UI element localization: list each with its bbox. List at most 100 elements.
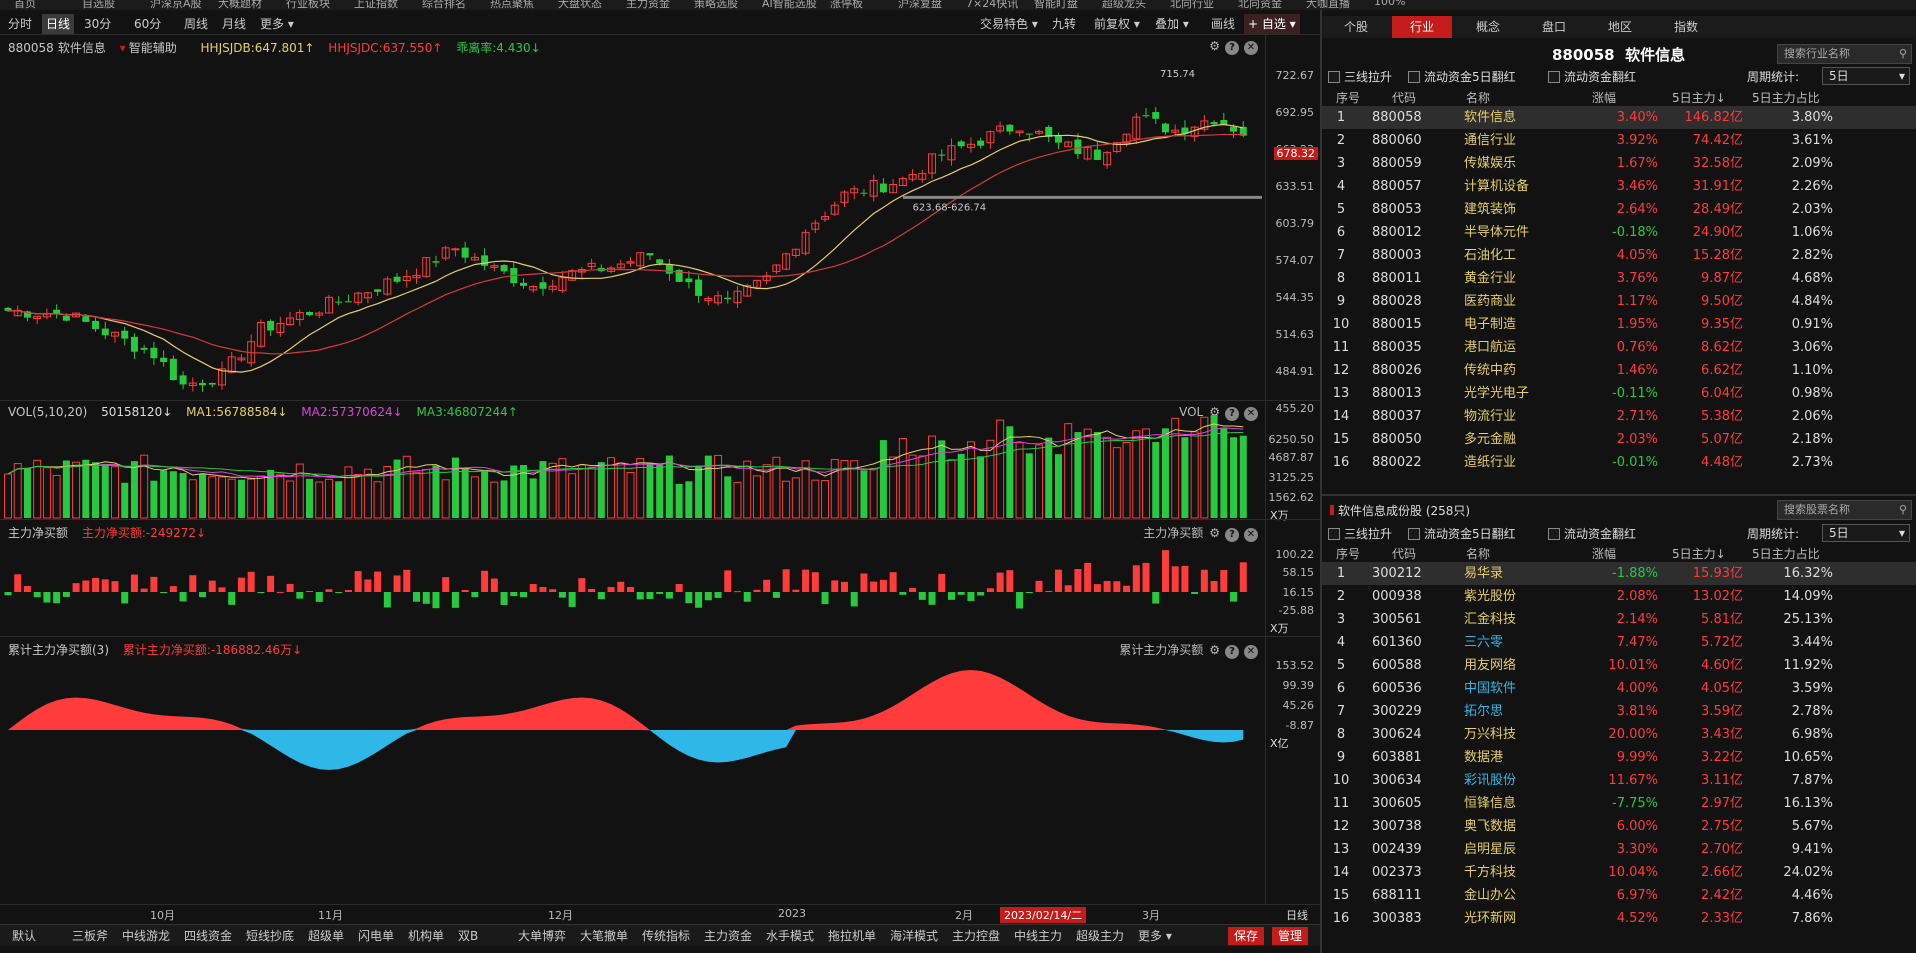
- indicator-tab[interactable]: 超级主力: [1076, 927, 1124, 945]
- stock-search[interactable]: 搜索股票名称 ⚲: [1777, 500, 1912, 520]
- table-row[interactable]: 11 880035 港口航运 0.76% 8.62亿 3.06%: [1322, 336, 1916, 359]
- column-header[interactable]: 涨幅: [1592, 545, 1616, 562]
- top-nav-item[interactable]: 上证指数: [354, 0, 398, 10]
- toolbar-item[interactable]: 九转: [1048, 14, 1080, 34]
- table-row[interactable]: 6 600536 中国软件 4.00% 4.05亿 3.59%: [1322, 677, 1916, 700]
- indicator-tab[interactable]: 双B: [458, 927, 478, 945]
- top-nav-item[interactable]: 热点聚焦: [490, 0, 534, 10]
- indicator-tab[interactable]: 四线资金: [184, 927, 232, 945]
- period-select[interactable]: 5日 ▾: [1822, 524, 1910, 542]
- top-nav-item[interactable]: 策略选股: [694, 0, 738, 10]
- indicator-tab[interactable]: 中线游龙: [122, 927, 170, 945]
- filter-checkbox[interactable]: 三线拉升: [1328, 525, 1392, 545]
- table-row[interactable]: 5 880053 建筑装饰 2.64% 28.49亿 2.03%: [1322, 198, 1916, 221]
- top-nav-item[interactable]: 综合排名: [422, 0, 466, 10]
- table-row[interactable]: 5 600588 用友网络 10.01% 4.60亿 11.92%: [1322, 654, 1916, 677]
- indicator-tab[interactable]: 海洋模式: [890, 927, 938, 945]
- filter-checkbox[interactable]: 流动资金翻红: [1548, 525, 1636, 545]
- column-header[interactable]: 5日主力↓: [1672, 545, 1726, 562]
- indicator-tab[interactable]: 主力控盘: [952, 927, 1000, 945]
- top-nav-item[interactable]: 涨停板: [830, 0, 863, 10]
- top-nav-item[interactable]: 沪深京A股: [150, 0, 202, 10]
- indicator-tab[interactable]: 拖拉机单: [828, 927, 876, 945]
- table-row[interactable]: 10 880015 电子制造 1.95% 9.35亿 0.91%: [1322, 313, 1916, 336]
- filter-checkbox[interactable]: 流动资金5日翻红: [1408, 525, 1516, 545]
- right-tab[interactable]: 行业: [1392, 16, 1452, 38]
- table-row[interactable]: 3 880059 传媒娱乐 1.67% 32.58亿 2.09%: [1322, 152, 1916, 175]
- table-row[interactable]: 15 880050 多元金融 2.03% 5.07亿 2.18%: [1322, 428, 1916, 451]
- top-nav-item[interactable]: 大概题材: [218, 0, 262, 10]
- table-row[interactable]: 11 300605 恒锋信息 -7.75% 2.97亿 16.13%: [1322, 792, 1916, 815]
- table-row[interactable]: 13 002439 启明星辰 3.30% 2.70亿 9.41%: [1322, 838, 1916, 861]
- indicator-tab[interactable]: 更多 ▾: [1138, 927, 1172, 945]
- table-row[interactable]: 14 880037 物流行业 2.71% 5.38亿 2.06%: [1322, 405, 1916, 428]
- indicator-tab[interactable]: 机构单: [408, 927, 444, 945]
- column-header[interactable]: 5日主力↓: [1672, 89, 1726, 106]
- top-nav-item[interactable]: 北向资金: [1238, 0, 1282, 10]
- save-button[interactable]: 保存: [1228, 927, 1265, 945]
- table-row[interactable]: 14 002373 千方科技 10.04% 2.66亿 24.02%: [1322, 861, 1916, 884]
- table-row[interactable]: 7 880003 石油化工 4.05% 15.28亿 2.82%: [1322, 244, 1916, 267]
- table-row[interactable]: 8 300624 万兴科技 20.00% 3.43亿 6.98%: [1322, 723, 1916, 746]
- right-tab[interactable]: 盘口: [1524, 16, 1584, 38]
- table-row[interactable]: 9 880028 医药商业 1.17% 9.50亿 4.84%: [1322, 290, 1916, 313]
- top-nav-item[interactable]: 沪深复盘: [898, 0, 942, 10]
- column-header[interactable]: 序号: [1336, 89, 1360, 106]
- table-row[interactable]: 4 601360 三六零 7.47% 5.72亿 3.44%: [1322, 631, 1916, 654]
- table-row[interactable]: 4 880057 计算机设备 3.46% 31.91亿 2.26%: [1322, 175, 1916, 198]
- period-tab[interactable]: 周线: [180, 14, 212, 34]
- toolbar-item[interactable]: 交易特色 ▾: [976, 14, 1042, 34]
- table-row[interactable]: 16 300383 光环新网 4.52% 2.33亿 7.86%: [1322, 907, 1916, 930]
- top-nav-item[interactable]: 北向行业: [1170, 0, 1214, 10]
- table-row[interactable]: 2 880060 通信行业 3.92% 74.42亿 3.61%: [1322, 129, 1916, 152]
- indicator-tab[interactable]: 传统指标: [642, 927, 690, 945]
- period-tab[interactable]: 60分: [130, 14, 165, 34]
- table-row[interactable]: 16 880022 造纸行业 -0.01% 4.48亿 2.73%: [1322, 451, 1916, 474]
- indicator-tab[interactable]: 中线主力: [1014, 927, 1062, 945]
- indicator-tab[interactable]: 闪电单: [358, 927, 394, 945]
- table-row[interactable]: 15 688111 金山办公 6.97% 2.42亿 4.46%: [1322, 884, 1916, 907]
- top-nav-item[interactable]: AI智能选股: [762, 0, 817, 10]
- top-nav-item[interactable]: 大盘状态: [558, 0, 602, 10]
- period-tab[interactable]: 日线: [42, 14, 75, 34]
- top-nav-item[interactable]: 100%: [1374, 0, 1405, 8]
- top-nav-item[interactable]: 超级龙头: [1102, 0, 1146, 10]
- top-nav-item[interactable]: 主力资金: [626, 0, 670, 10]
- top-nav-item[interactable]: 首页: [14, 0, 36, 10]
- kline-plot[interactable]: 623.68-626.74715.74462.13: [0, 35, 1265, 401]
- column-header[interactable]: 涨幅: [1592, 89, 1616, 106]
- right-tab[interactable]: 指数: [1656, 16, 1716, 38]
- top-nav-item[interactable]: 7×24快讯: [966, 0, 1018, 10]
- cumulative-plot[interactable]: [0, 637, 1265, 915]
- right-tab[interactable]: 个股: [1326, 16, 1386, 38]
- table-row[interactable]: 7 300229 拓尔思 3.81% 3.59亿 2.78%: [1322, 700, 1916, 723]
- indicator-tab[interactable]: 默认: [12, 927, 36, 945]
- period-tab[interactable]: 分时: [4, 14, 36, 34]
- table-row[interactable]: 1 880058 软件信息 3.40% 146.82亿 3.80%: [1322, 106, 1916, 129]
- table-row[interactable]: 9 603881 数据港 9.99% 3.22亿 10.65%: [1322, 746, 1916, 769]
- netbuy-plot[interactable]: [0, 520, 1265, 637]
- table-row[interactable]: 8 880011 黄金行业 3.76% 9.87亿 4.68%: [1322, 267, 1916, 290]
- right-tab[interactable]: 地区: [1590, 16, 1650, 38]
- table-row[interactable]: 13 880013 光学光电子 -0.11% 6.04亿 0.98%: [1322, 382, 1916, 405]
- column-header[interactable]: 5日主力占比: [1752, 89, 1820, 106]
- indicator-tab[interactable]: 超级单: [308, 927, 344, 945]
- table-row[interactable]: 6 880012 半导体元件 -0.18% 24.90亿 1.06%: [1322, 221, 1916, 244]
- column-header[interactable]: 5日主力占比: [1752, 545, 1820, 562]
- toolbar-item[interactable]: 前复权 ▾: [1090, 14, 1144, 34]
- filter-checkbox[interactable]: 流动资金5日翻红: [1408, 68, 1516, 88]
- toolbar-item[interactable]: 叠加 ▾: [1151, 14, 1193, 34]
- column-header[interactable]: 名称: [1466, 89, 1490, 106]
- volume-plot[interactable]: [0, 401, 1265, 520]
- top-nav-item[interactable]: 行业板块: [286, 0, 330, 10]
- period-tab[interactable]: 更多 ▾: [256, 14, 298, 34]
- column-header[interactable]: 代码: [1392, 545, 1416, 562]
- manage-button[interactable]: 管理: [1272, 927, 1309, 945]
- toolbar-item[interactable]: 画线: [1207, 14, 1239, 34]
- indicator-tab[interactable]: 主力资金: [704, 927, 752, 945]
- filter-checkbox[interactable]: 流动资金翻红: [1548, 68, 1636, 88]
- table-row[interactable]: 2 000938 紫光股份 2.08% 13.02亿 14.09%: [1322, 585, 1916, 608]
- table-row[interactable]: 1 300212 易华录 -1.88% 15.93亿 16.32%: [1322, 562, 1916, 585]
- period-tab[interactable]: 30分: [80, 14, 115, 34]
- right-tab[interactable]: 概念: [1458, 16, 1518, 38]
